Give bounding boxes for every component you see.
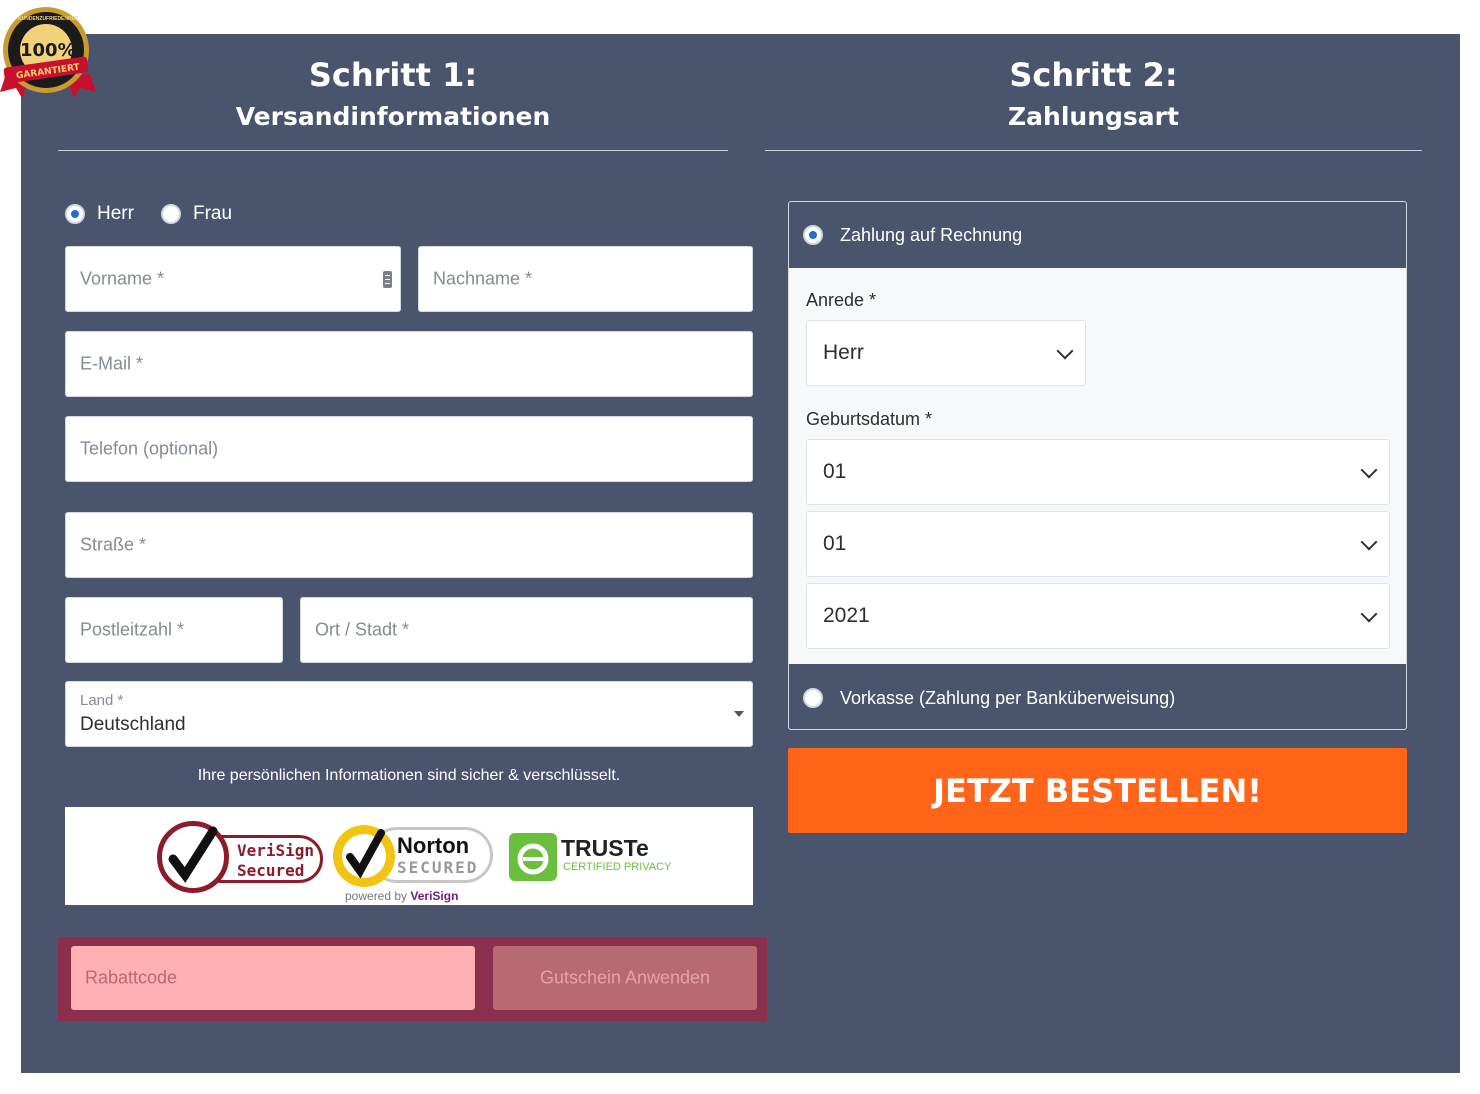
payment-label-prepay[interactable]: Vorkasse (Zahlung per Banküberweisung) bbox=[840, 688, 1175, 709]
country-label: Land * bbox=[80, 692, 124, 709]
truste-line2: CERTIFIED PRIVACY bbox=[563, 861, 672, 873]
lastname-placeholder: Nachname * bbox=[433, 268, 533, 289]
salutation-radio-herr[interactable] bbox=[65, 204, 85, 224]
salutation-label-herr[interactable]: Herr bbox=[97, 203, 134, 225]
norton-powered-brand: VeriSign bbox=[410, 889, 459, 903]
coupon-input[interactable]: Rabattcode bbox=[71, 946, 475, 1010]
step2-subtitle: Zahlungsart bbox=[1008, 102, 1179, 131]
verisign-seal: VeriSign Secured bbox=[157, 821, 327, 893]
truste-seal: TRUSTe CERTIFIED PRIVACY bbox=[509, 833, 699, 883]
payment-label-invoice[interactable]: Zahlung auf Rechnung bbox=[840, 225, 1022, 246]
lastname-field[interactable]: Nachname * bbox=[418, 246, 753, 312]
order-button[interactable]: JETZT BESTELLEN! bbox=[788, 748, 1407, 833]
salutation-label-frau[interactable]: Frau bbox=[193, 203, 232, 225]
salutation-radio-frau[interactable] bbox=[161, 204, 181, 224]
payment-radio-prepay[interactable] bbox=[803, 688, 823, 708]
country-value: Deutschland bbox=[80, 714, 186, 735]
anrede-label: Anrede * bbox=[806, 290, 877, 310]
autofill-icon[interactable] bbox=[383, 271, 392, 288]
chevron-down-icon bbox=[1360, 533, 1378, 551]
apply-coupon-button[interactable]: Gutschein Anwenden bbox=[493, 946, 757, 1010]
birth-year-select[interactable]: 2021 bbox=[806, 583, 1390, 649]
verisign-line1: VeriSign bbox=[237, 841, 315, 860]
invoice-details: Anrede * Herr Geburtsdatum * 01 01 2021 bbox=[789, 268, 1406, 664]
payment-radio-invoice[interactable] bbox=[803, 225, 823, 245]
trust-seals: VeriSign Secured Norton SECURED powered … bbox=[65, 807, 753, 905]
coupon-box: Rabattcode Gutschein Anwenden bbox=[58, 937, 767, 1021]
chevron-down-icon bbox=[1056, 342, 1074, 360]
email-field[interactable]: E-Mail * bbox=[65, 331, 753, 397]
norton-powered: powered by VeriSign bbox=[345, 889, 458, 903]
norton-check-icon bbox=[342, 829, 386, 879]
order-button-label: JETZT BESTELLEN! bbox=[933, 771, 1262, 810]
birth-day-value: 01 bbox=[823, 460, 847, 483]
norton-line2: SECURED bbox=[397, 858, 479, 877]
phone-field[interactable]: Telefon (optional) bbox=[65, 416, 753, 482]
birth-month-select[interactable]: 01 bbox=[806, 511, 1390, 577]
chevron-down-icon bbox=[1360, 605, 1378, 623]
birth-month-value: 01 bbox=[823, 532, 847, 555]
firstname-placeholder: Vorname * bbox=[80, 268, 165, 289]
step2-title: Schritt 2: bbox=[1009, 56, 1178, 94]
birth-day-select[interactable]: 01 bbox=[806, 439, 1390, 505]
truste-line1: TRUSTe bbox=[561, 835, 649, 861]
step1-divider bbox=[58, 150, 728, 151]
step1-subtitle: Versandinformationen bbox=[235, 102, 551, 131]
verisign-line2: Secured bbox=[237, 861, 305, 880]
birthdate-label: Geburtsdatum * bbox=[806, 409, 933, 429]
zip-placeholder: Postleitzahl * bbox=[80, 619, 185, 640]
apply-coupon-label: Gutschein Anwenden bbox=[539, 967, 711, 988]
step2-divider bbox=[765, 150, 1422, 151]
payment-options: Zahlung auf Rechnung Anrede * Herr Gebur… bbox=[788, 201, 1407, 730]
zip-field[interactable]: Postleitzahl * bbox=[65, 597, 283, 663]
city-field[interactable]: Ort / Stadt * bbox=[300, 597, 753, 663]
birth-year-value: 2021 bbox=[823, 604, 870, 627]
caret-down-icon bbox=[734, 711, 744, 717]
truste-logo-icon bbox=[509, 833, 557, 881]
street-field[interactable]: Straße * bbox=[65, 512, 753, 578]
step1-title: Schritt 1: bbox=[308, 56, 478, 94]
country-select[interactable]: Land * Deutschland bbox=[65, 681, 753, 747]
city-placeholder: Ort / Stadt * bbox=[315, 619, 410, 640]
secure-note: Ihre persönlichen Informationen sind sic… bbox=[197, 767, 621, 784]
verisign-check-icon bbox=[168, 826, 218, 883]
norton-seal: Norton SECURED powered by VeriSign bbox=[333, 821, 498, 905]
firstname-field[interactable]: Vorname * bbox=[65, 246, 401, 312]
anrede-value: Herr bbox=[823, 341, 864, 364]
norton-powered-label: powered by bbox=[345, 889, 408, 903]
email-placeholder: E-Mail * bbox=[80, 353, 144, 374]
anrede-select[interactable]: Herr bbox=[806, 320, 1086, 386]
street-placeholder: Straße * bbox=[80, 534, 147, 555]
coupon-placeholder: Rabattcode bbox=[85, 967, 178, 988]
badge-ring-text: KUNDENZUFRIEDENHEIT bbox=[18, 16, 78, 22]
phone-placeholder: Telefon (optional) bbox=[80, 438, 219, 459]
chevron-down-icon bbox=[1360, 461, 1378, 479]
norton-line1: Norton bbox=[397, 833, 470, 858]
